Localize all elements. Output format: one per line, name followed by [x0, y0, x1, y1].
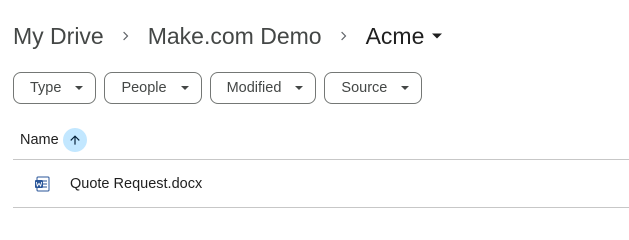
breadcrumb-my-drive[interactable]: My Drive [13, 18, 104, 54]
arrow-up-icon [68, 133, 82, 147]
chevron-right-icon [322, 18, 366, 54]
filter-modified-chip[interactable]: Modified [209, 72, 317, 104]
caret-down-icon [432, 33, 443, 39]
filter-people-label: People [121, 80, 167, 96]
column-header-name[interactable]: Name [20, 132, 59, 148]
file-name: Quote Request.docx [70, 175, 203, 192]
filter-source-label: Source [341, 80, 388, 96]
table-row[interactable]: Quote Request.docx [13, 160, 629, 208]
breadcrumb-make-com-demo[interactable]: Make.com Demo [148, 18, 322, 54]
caret-down-icon [75, 86, 84, 90]
breadcrumb: My Drive Make.com Demo Acme [13, 18, 443, 54]
filter-source-chip[interactable]: Source [324, 72, 423, 104]
breadcrumb-current-folder[interactable]: Acme [366, 18, 443, 54]
caret-down-icon [180, 86, 189, 90]
caret-down-icon [295, 86, 304, 90]
chevron-right-icon [104, 18, 148, 54]
sort-ascending-button[interactable] [62, 127, 87, 152]
caret-down-icon [401, 86, 410, 90]
filter-type-label: Type [30, 80, 62, 96]
filter-type-chip[interactable]: Type [13, 72, 97, 104]
list-header: Name [13, 120, 629, 160]
word-doc-icon [34, 176, 50, 192]
breadcrumb-current-label: Acme [365, 23, 425, 49]
filter-modified-label: Modified [226, 80, 282, 96]
filter-bar: Type People Modified Source [13, 72, 423, 104]
filter-people-chip[interactable]: People [104, 72, 202, 104]
